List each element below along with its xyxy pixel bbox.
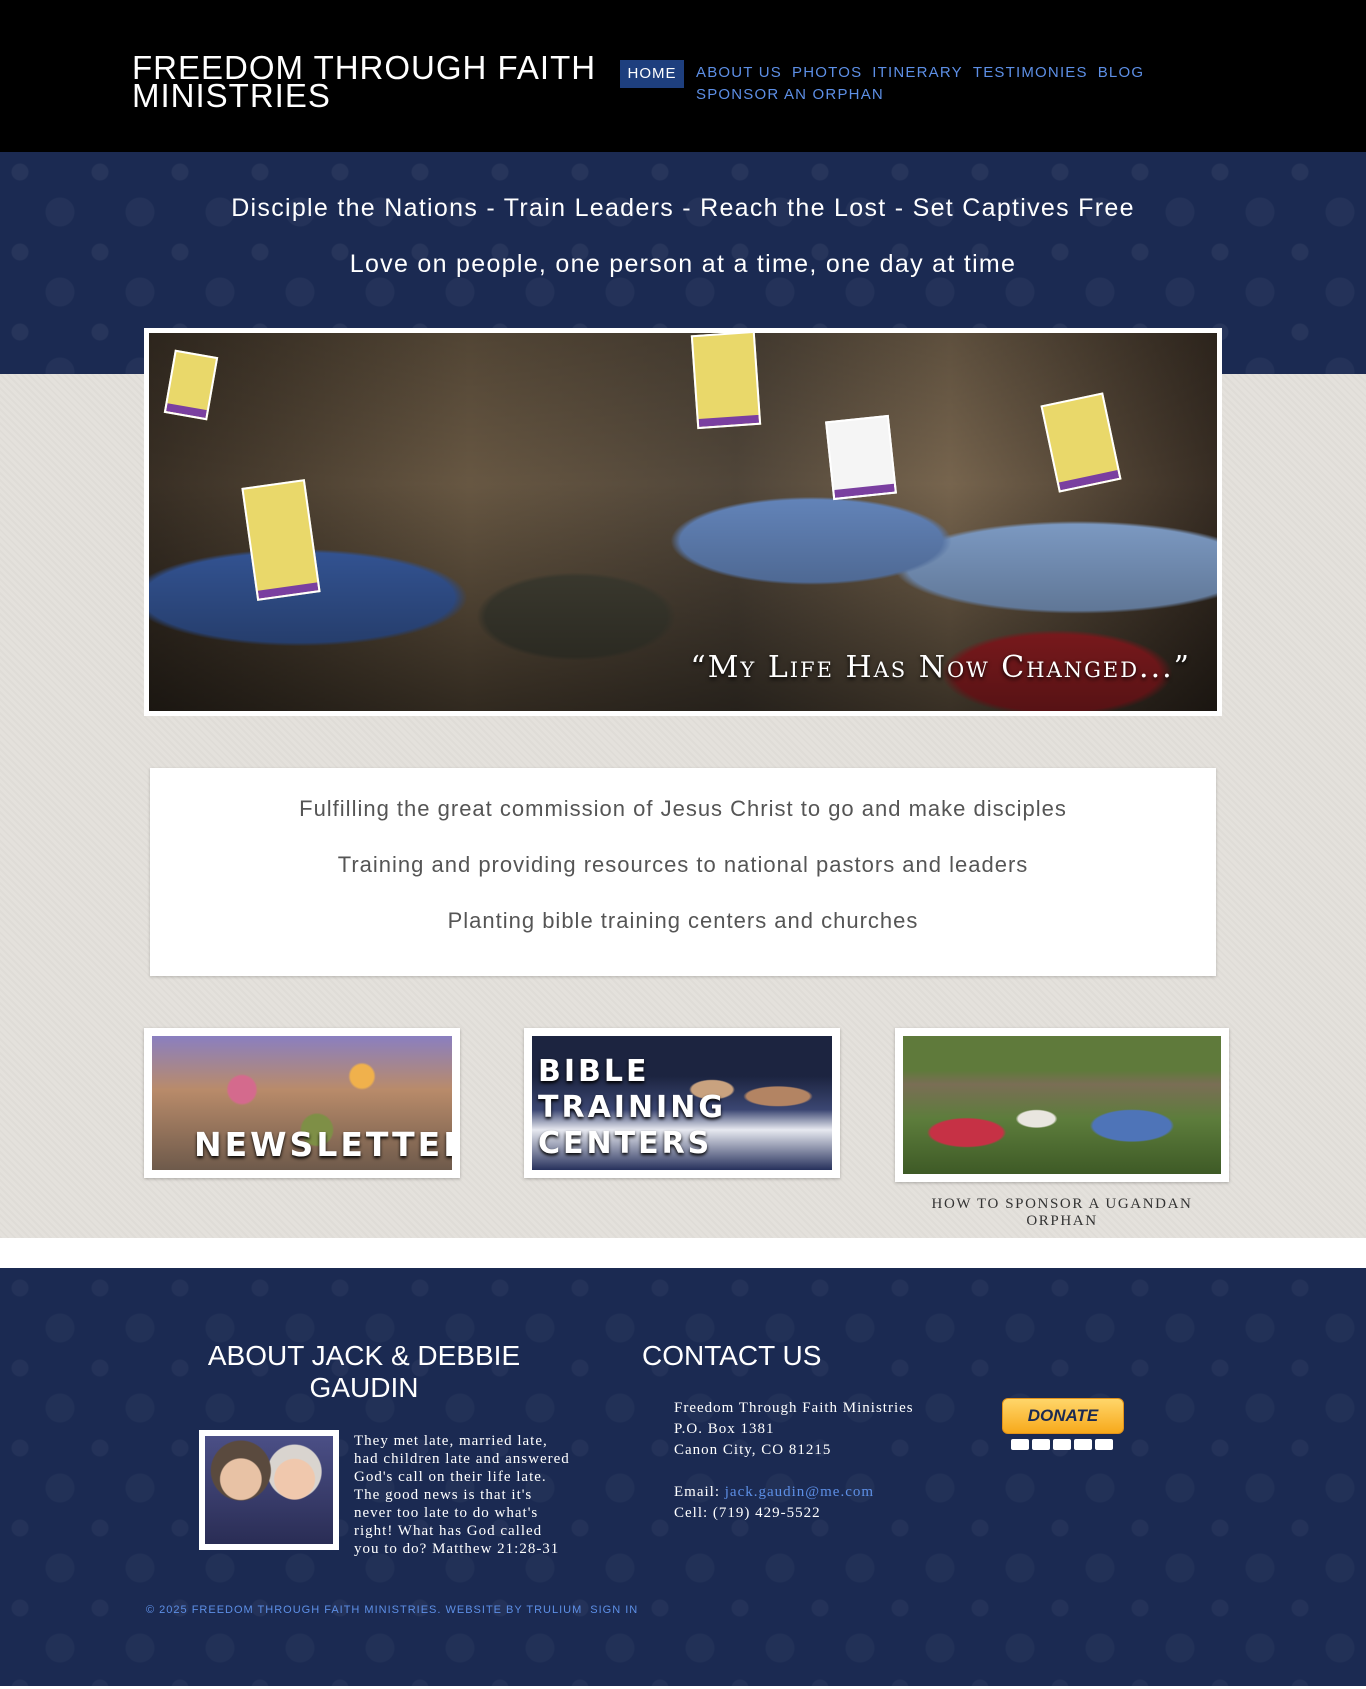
visa-card-icon: [1032, 1439, 1050, 1450]
copyright-bar: © 2025 FREEDOM THROUGH FAITH MINISTRIES.…: [146, 1604, 646, 1616]
book-graphic: [690, 333, 762, 430]
founders-photo-image: [205, 1436, 333, 1544]
contact-org: Freedom Through Faith Ministries: [674, 1400, 914, 1416]
bible-training-image: BIBLE TRAINING CENTERS: [532, 1036, 832, 1170]
discover-card-icon: [1095, 1439, 1113, 1450]
nav-sponsor-an-orphan[interactable]: SPONSOR AN ORPHAN: [696, 84, 884, 106]
founders-photo: [199, 1430, 339, 1550]
newsletters-image: NEWSLETTERS: [152, 1036, 452, 1170]
nav-about-us[interactable]: ABOUT US: [696, 62, 782, 84]
hero-caption: “My Life Has Now Changed...”: [690, 650, 1191, 685]
newsletters-tile[interactable]: NEWSLETTERS: [144, 1028, 460, 1178]
sponsor-orphan-tile[interactable]: [895, 1028, 1229, 1182]
book-graphic: [163, 349, 219, 421]
mission-box: Fulfilling the great commission of Jesus…: [150, 768, 1216, 976]
nav-photos[interactable]: PHOTOS: [792, 62, 862, 84]
contact-heading: CONTACT US: [642, 1340, 822, 1371]
bible-training-centers-tile[interactable]: BIBLE TRAINING CENTERS: [524, 1028, 840, 1178]
bible-training-label-line-2: TRAINING: [538, 1090, 726, 1125]
hero-image-frame: “My Life Has Now Changed...”: [144, 328, 1222, 716]
mission-line-3: Planting bible training centers and chur…: [447, 908, 919, 933]
bible-training-label-line-3: CENTERS: [538, 1126, 713, 1161]
bible-training-label-line-1: BIBLE: [538, 1054, 650, 1089]
nav-itinerary[interactable]: ITINERARY: [872, 62, 963, 84]
about-text: They met late, married late, had childre…: [354, 1433, 570, 1557]
mission-line-2: Training and providing resources to nati…: [337, 852, 1029, 877]
tagline-secondary: Love on people, one person at a time, on…: [349, 250, 1017, 278]
mastercard-icon: [1053, 1439, 1071, 1450]
email-link[interactable]: jack.gaudin@me.com: [725, 1484, 874, 1500]
contact-po-box: P.O. Box 1381: [674, 1421, 775, 1437]
site-footer: ABOUT JACK & DEBBIE GAUDIN CONTACT US Th…: [0, 1268, 1366, 1686]
donate-button[interactable]: DONATE: [1002, 1398, 1124, 1434]
newsletters-label: NEWSLETTERS: [194, 1125, 452, 1164]
nav-home[interactable]: HOME: [620, 60, 684, 88]
site-header: FREEDOM THROUGH FAITH MINISTRIES HOME AB…: [0, 0, 1366, 152]
email-label: Email:: [674, 1484, 725, 1500]
copyright-text[interactable]: © 2025 FREEDOM THROUGH FAITH MINISTRIES.…: [146, 1604, 582, 1616]
sign-in-link[interactable]: SIGN IN: [590, 1604, 638, 1616]
sponsor-orphan-image: [903, 1036, 1221, 1174]
contact-email-row: Email: jack.gaudin@me.com: [674, 1482, 974, 1503]
contact-cell: Cell: (719) 429-5522: [674, 1505, 821, 1521]
book-graphic: [825, 414, 897, 501]
amex-card-icon: [1074, 1439, 1092, 1450]
bible-training-label: BIBLE TRAINING CENTERS: [538, 1054, 726, 1162]
tagline-primary: Disciple the Nations - Train Leaders - R…: [231, 194, 1135, 222]
nav-testimonies[interactable]: TESTIMONIES: [973, 62, 1088, 84]
site-title[interactable]: FREEDOM THROUGH FAITH MINISTRIES: [132, 51, 602, 112]
contact-city: Canon City, CO 81215: [674, 1442, 832, 1458]
book-graphic: [241, 479, 321, 601]
about-heading: ABOUT JACK & DEBBIE GAUDIN: [207, 1340, 521, 1403]
sponsor-orphan-link[interactable]: HOW TO SPONSOR A UGANDAN ORPHAN: [895, 1196, 1229, 1230]
contact-details: Freedom Through Faith Ministries P.O. Bo…: [674, 1398, 974, 1524]
hero-image: “My Life Has Now Changed...”: [149, 333, 1217, 711]
book-graphic: [1040, 392, 1122, 493]
paypal-card-icon: [1011, 1439, 1029, 1450]
payment-cards-icons: [1011, 1439, 1116, 1451]
nav-blog[interactable]: BLOG: [1098, 62, 1144, 84]
mission-line-1: Fulfilling the great commission of Jesus…: [299, 796, 1067, 821]
